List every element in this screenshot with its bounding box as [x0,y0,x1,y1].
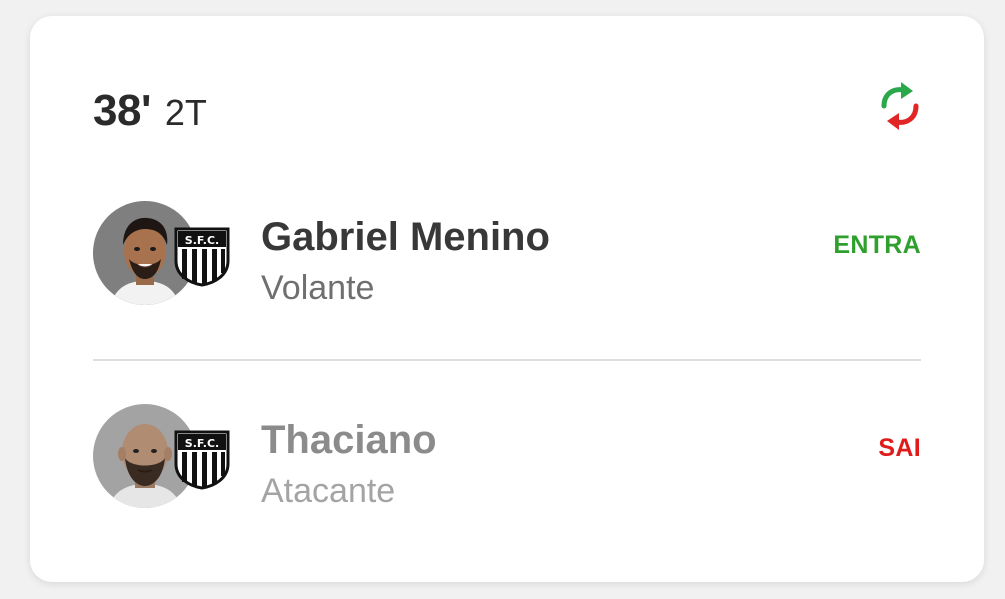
player-name: Thaciano [261,418,437,462]
player-position: Volante [261,269,375,307]
santos-crest-icon: S.F.C. [174,430,230,490]
status-entra-badge: ENTRA [833,231,921,259]
player-position: Atacante [261,472,396,510]
player-avatar-group: S.F.C. [93,404,233,514]
match-minute: 38' [93,86,151,135]
match-time: 38' 2T [93,86,207,146]
substitution-arrows-icon [881,82,919,130]
player-name: Gabriel Menino [261,215,550,259]
substitution-card: 38' 2T S.F.C. Gabriel Menino Volante ENT… [30,16,984,582]
player-row-in[interactable]: S.F.C. Gabriel Menino Volante ENTRA [93,201,921,311]
svg-text:S.F.C.: S.F.C. [185,234,219,247]
santos-crest-icon: S.F.C. [174,227,230,287]
divider [93,359,921,361]
player-row-out[interactable]: S.F.C. Thaciano Atacante SAI [93,404,921,514]
player-avatar-group: S.F.C. [93,201,233,311]
svg-text:S.F.C.: S.F.C. [185,437,219,450]
status-sai-badge: SAI [878,434,921,462]
match-half: 2T [164,92,207,133]
